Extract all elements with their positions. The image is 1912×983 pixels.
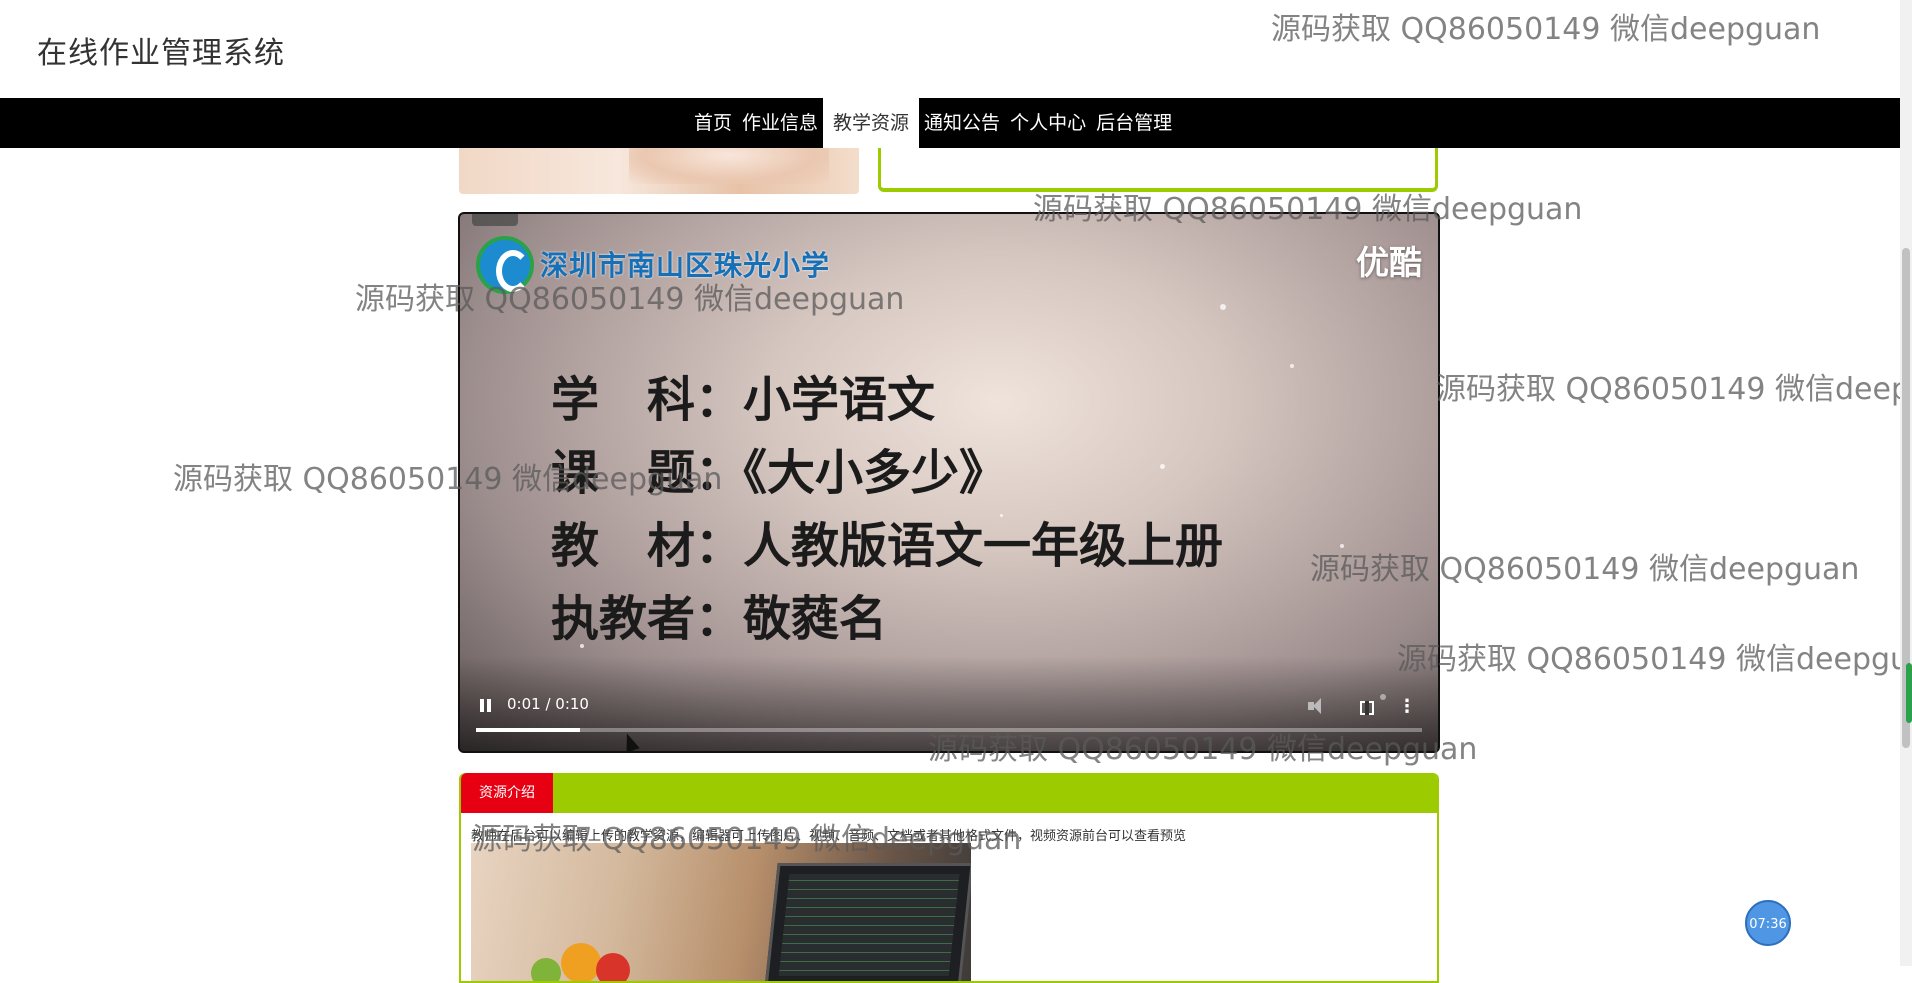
course-topic: 课 题：《大小多少》 bbox=[551, 445, 1008, 501]
school-logo-icon bbox=[476, 236, 534, 294]
school-name: 深圳市南山区珠光小学 bbox=[540, 249, 831, 282]
nav-menu: 首页 作业信息 教学资源 通知公告 个人中心 后台管理 bbox=[689, 98, 1177, 148]
tab-resource-intro[interactable]: 资源介绍 bbox=[461, 773, 553, 813]
video-corner-tag bbox=[472, 214, 518, 226]
intro-image bbox=[471, 843, 971, 981]
video-progress-bar[interactable] bbox=[476, 728, 1422, 732]
course-subject: 学 科：小学语文 bbox=[551, 372, 936, 428]
video-brand: 优酷 bbox=[1356, 243, 1422, 282]
video-controls: 0:01 / 0:10 ⋮ bbox=[460, 656, 1438, 751]
resource-intro-panel: 资源介绍 教师在后台可以编辑上传的教学资源，编辑器可上传图片、视频、音频、文档或… bbox=[459, 773, 1439, 983]
video-time: 0:01 / 0:10 bbox=[507, 695, 589, 713]
nav-admin[interactable]: 后台管理 bbox=[1091, 98, 1177, 148]
video-progress-fill bbox=[476, 728, 581, 732]
nav-personal-center[interactable]: 个人中心 bbox=[1005, 98, 1091, 148]
course-info: 学 科：小学语文 课 题：《大小多少》 教 材：人教版语文一年级上册 执教者：敬… bbox=[551, 364, 1223, 656]
nav-notices[interactable]: 通知公告 bbox=[919, 98, 1005, 148]
more-options-icon[interactable]: ⋮ bbox=[1398, 698, 1416, 716]
volume-icon[interactable] bbox=[1308, 697, 1328, 715]
intro-description: 教师在后台可以编辑上传的教学资源，编辑器可上传图片、视频、音频、文档或者其他格式… bbox=[471, 829, 1187, 844]
site-title: 在线作业管理系统 bbox=[37, 36, 285, 71]
video-player[interactable]: 深圳市南山区珠光小学 优酷 学 科：小学语文 课 题：《大小多少》 教 材：人教… bbox=[458, 212, 1440, 753]
watermark-text: 源码获取 QQ86050149 微信deepguan bbox=[1271, 12, 1821, 47]
resource-info-box bbox=[878, 148, 1438, 192]
main-navbar: 首页 作业信息 教学资源 通知公告 个人中心 后台管理 bbox=[0, 98, 1900, 148]
watermark-text: 源码获取 QQ86050149 微信deepguan bbox=[1436, 372, 1900, 407]
side-accent-tab[interactable] bbox=[1906, 663, 1912, 723]
resource-cover-image bbox=[459, 148, 859, 194]
clock-badge[interactable]: 07:36 bbox=[1745, 900, 1791, 946]
course-textbook: 教 材：人教版语文一年级上册 bbox=[551, 518, 1224, 574]
watermark-text: 源码获取 QQ86050149 微信deepguan bbox=[1397, 642, 1900, 677]
nav-teaching-resources[interactable]: 教学资源 bbox=[823, 98, 920, 148]
nav-homework[interactable]: 作业信息 bbox=[737, 98, 823, 148]
page-scrollbar[interactable] bbox=[1900, 0, 1912, 966]
intro-header: 资源介绍 bbox=[461, 773, 1437, 813]
course-teacher: 执教者：敬蕤名 bbox=[551, 591, 888, 647]
nav-home[interactable]: 首页 bbox=[689, 98, 737, 148]
pause-icon[interactable] bbox=[478, 697, 494, 715]
fullscreen-icon[interactable] bbox=[1360, 701, 1374, 715]
